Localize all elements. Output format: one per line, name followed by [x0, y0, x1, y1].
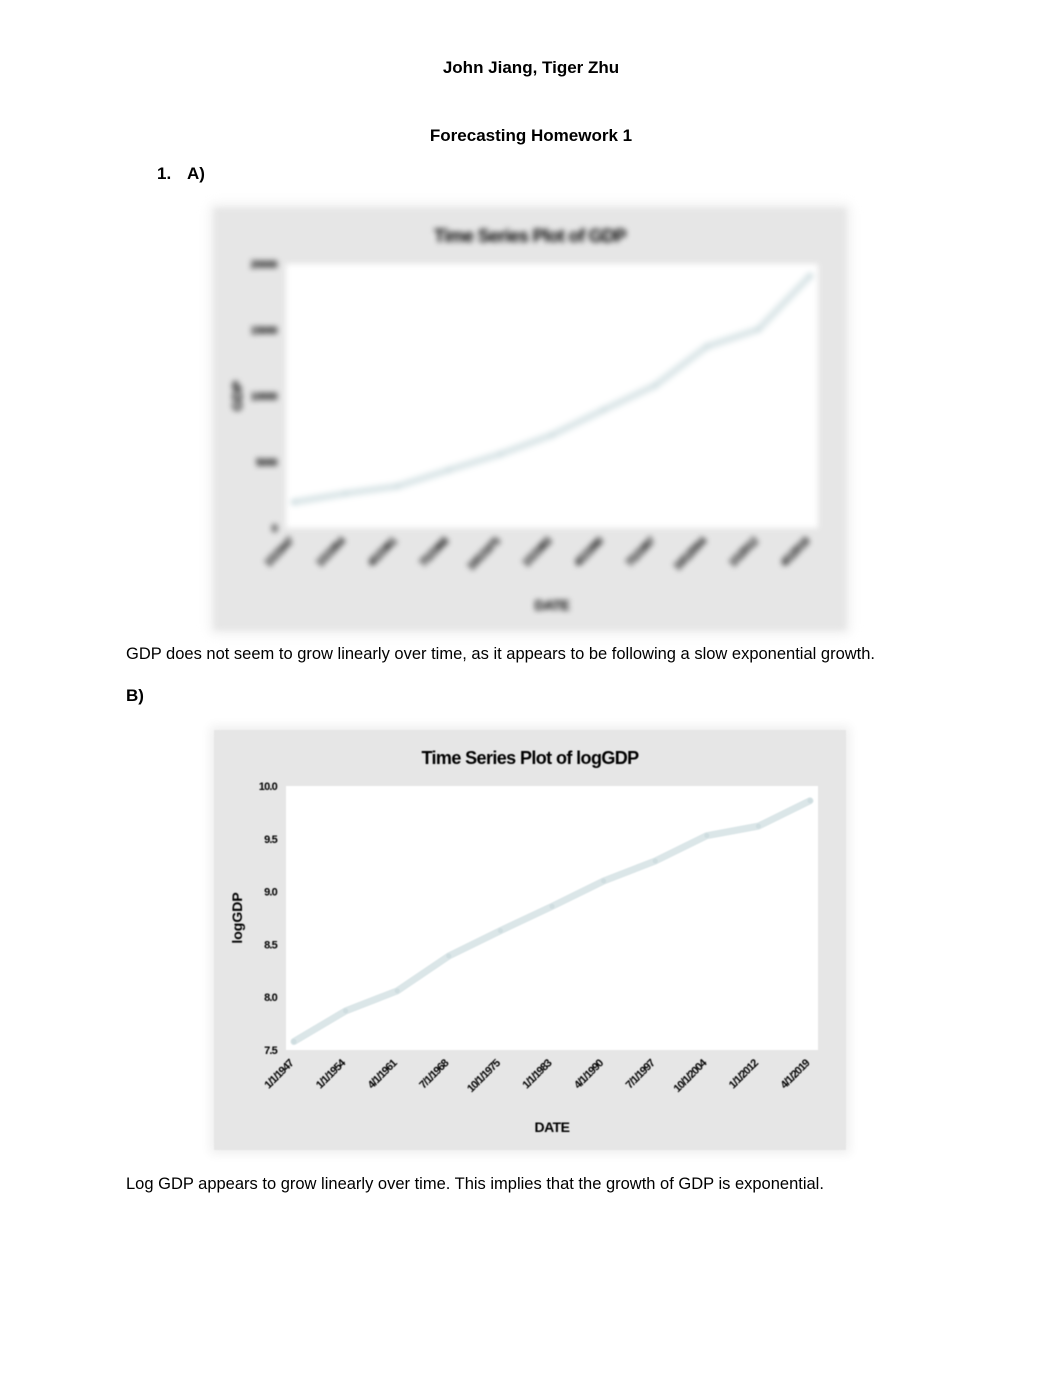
y-axis-label: logGDP	[229, 892, 245, 943]
x-tick-label: 1/1/1947	[262, 1057, 296, 1091]
data-point	[652, 382, 658, 388]
data-point	[652, 858, 658, 864]
x-tick-label: 1/1/1983	[520, 1057, 554, 1091]
data-point	[446, 953, 452, 959]
x-tick-label: 1/1/2012	[727, 535, 761, 569]
y-tick-label: 9.5	[264, 834, 278, 846]
y-tick-label: 7.5	[264, 1045, 278, 1057]
data-point	[704, 833, 710, 839]
x-tick-label: 1/1/1983	[520, 535, 554, 569]
gdp-chart-svg: Time Series Plot of GDP 0 5000 10000 15000 20…	[229, 226, 818, 613]
x-tick-label: 7/1/1968	[417, 1057, 451, 1091]
data-point	[549, 432, 555, 438]
document-title: Forecasting Homework 1	[429, 126, 633, 145]
y-tick-label: 9.0	[264, 887, 278, 899]
part-b-answer: Log GDP appears to grow linearly over ti…	[126, 1175, 824, 1193]
y-tick-label: 8.0	[264, 992, 278, 1004]
plot-area	[286, 786, 818, 1050]
data-point	[755, 326, 761, 332]
x-tick-label: 4/1/1961	[366, 1057, 400, 1091]
data-point	[291, 1039, 297, 1045]
x-tick-label: 1/1/2012	[727, 1057, 761, 1091]
data-point	[343, 490, 349, 496]
y-tick-label: 8.5	[264, 939, 278, 951]
x-tick-label: 4/1/1990	[572, 535, 606, 569]
x-tick-label: 7/1/1997	[624, 535, 658, 569]
data-point	[394, 483, 400, 489]
x-tick-label: 1/1/1947	[262, 535, 296, 569]
data-point	[446, 467, 452, 473]
chart-title: Time Series Plot of GDP	[434, 226, 627, 246]
x-tick-label: 4/1/2019	[778, 1057, 812, 1091]
data-point	[291, 499, 297, 505]
data-point	[601, 878, 607, 884]
y-tick-label: 10.0	[259, 781, 278, 793]
data-point	[807, 273, 813, 279]
x-tick-label: 7/1/1997	[624, 1057, 658, 1091]
y-tick-label: 0	[272, 523, 278, 535]
data-point	[394, 988, 400, 994]
data-point	[497, 928, 503, 934]
x-tick-label: 10/1/1975	[465, 535, 503, 573]
x-tick-label: 7/1/1968	[417, 535, 451, 569]
part-a-label: A)	[187, 164, 205, 183]
data-point	[343, 1008, 349, 1014]
x-tick-label: 4/1/2019	[778, 535, 812, 569]
data-point	[601, 407, 607, 413]
authors-line: John Jiang, Tiger Zhu	[442, 58, 620, 77]
x-axis-label: DATE	[534, 1119, 569, 1135]
data-point	[807, 798, 813, 804]
data-point	[549, 903, 555, 909]
data-point	[755, 823, 761, 829]
y-tick-label: 10000	[250, 391, 277, 403]
x-tick-label: 4/1/1961	[366, 535, 400, 569]
x-tick-label: 10/1/2004	[672, 534, 711, 573]
x-tick-label: 4/1/1990	[572, 1057, 606, 1091]
x-axis-label: DATE	[534, 597, 569, 613]
y-tick-label: 15000	[250, 325, 277, 337]
loggdp-chart: Time Series Plot of logGDP 7.5 8.0 8.5 9.0 9.…	[214, 730, 846, 1150]
x-tick-label: 10/1/2004	[672, 1056, 711, 1095]
x-tick-label: 10/1/1975	[465, 1057, 503, 1095]
data-point	[704, 344, 710, 349]
loggdp-chart-svg: Time Series Plot of logGDP 7.5 8.0 8.5 9.0 9.…	[229, 748, 818, 1135]
part-a-answer: GDP does not seem to grow linearly over …	[126, 645, 876, 663]
y-axis-label: GDP	[229, 381, 245, 411]
question-number: 1.	[157, 164, 172, 183]
data-point	[497, 451, 503, 457]
y-tick-label: 5000	[256, 457, 278, 469]
x-tick-label: 1/1/1954	[314, 534, 349, 569]
x-tick-label: 1/1/1954	[314, 1056, 349, 1091]
y-tick-label: 20000	[250, 259, 277, 271]
gdp-chart: Time Series Plot of GDP 0 5000 10000 15000 20…	[214, 208, 846, 630]
part-b-label: B)	[126, 686, 144, 705]
chart-title: Time Series Plot of logGDP	[421, 748, 639, 768]
